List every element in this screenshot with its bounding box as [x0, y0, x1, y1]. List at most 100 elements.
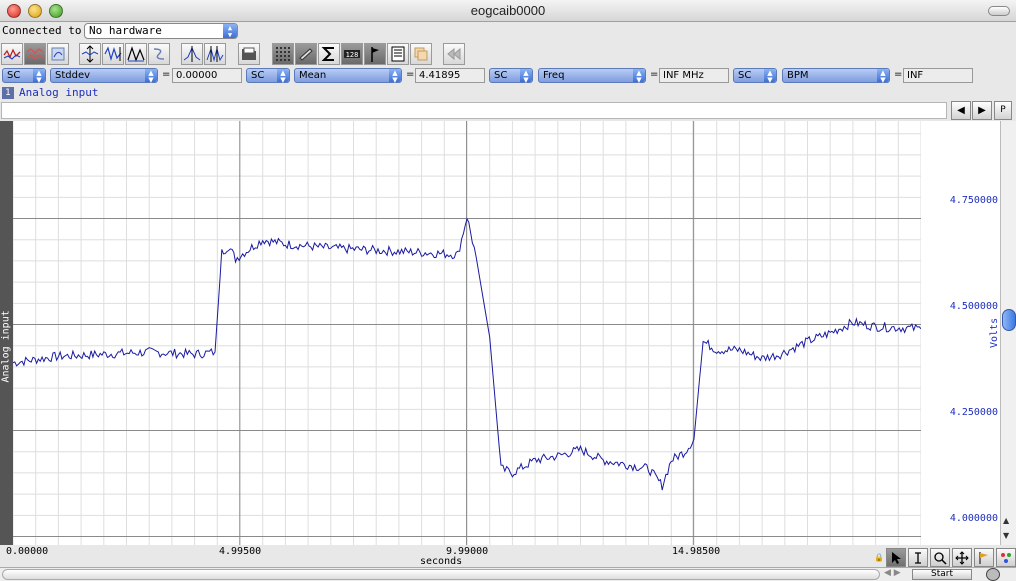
notebook-button[interactable] [387, 43, 409, 65]
measurement-2-value: 4.41895 [415, 68, 485, 83]
horizontal-scroll-track[interactable] [2, 569, 880, 580]
measurement-3-channel-select[interactable]: SC ▲ ▼ [489, 68, 533, 84]
previous-page-button[interactable]: ◀ [951, 101, 971, 120]
sigma-icon [321, 47, 334, 61]
statistics-button[interactable] [318, 43, 340, 65]
measurement-3-channel-value: SC [494, 70, 508, 81]
text-cursor-tool-button[interactable] [908, 548, 928, 567]
svg-text:128: 128 [346, 51, 359, 59]
zoom-vertical-button[interactable] [102, 43, 124, 65]
waveform-view-button[interactable] [1, 43, 23, 65]
flag-icon [371, 47, 379, 62]
chevron-updown-icon: ▲ ▼ [145, 69, 157, 84]
zoom-tool-button[interactable] [930, 548, 950, 567]
window-resize-icon[interactable] [986, 568, 1000, 581]
measurement-2-channel-select[interactable]: SC ▲ ▼ [246, 68, 290, 84]
rewind-icon [447, 47, 461, 61]
chevron-updown-icon: ▲ ▼ [520, 69, 532, 84]
notebook-icon [391, 46, 405, 62]
xy-view-button[interactable] [47, 43, 69, 65]
measurement-2-channel-value: SC [251, 70, 265, 81]
channel-side-label-strip: Analog input [0, 121, 13, 545]
scroll-left-right-icon[interactable]: ◀ ▶ [884, 568, 901, 578]
flag-button[interactable] [364, 43, 386, 65]
channel-number-badge[interactable]: 1 [2, 87, 14, 99]
peak-marker-icon [206, 46, 224, 62]
palette-tool-button[interactable] [996, 548, 1016, 567]
measurement-1-channel-value: SC [7, 70, 21, 81]
zoom-vertical-icon [104, 46, 122, 62]
chevron-updown-icon: ▲ ▼ [764, 69, 776, 84]
measurement-1-function-value: Stddev [55, 70, 91, 81]
pointer-tool-button[interactable] [886, 548, 906, 567]
flag-marker-tool-button[interactable] [974, 548, 994, 567]
measurement-4-function-select[interactable]: BPM ▲ ▼ [782, 68, 890, 84]
grid-button[interactable] [272, 43, 294, 65]
x-tick-label: 0.00000 [6, 546, 49, 557]
plot-area[interactable] [13, 121, 921, 545]
chevron-left-icon: ◀ [957, 105, 965, 116]
offset-button[interactable] [148, 43, 170, 65]
xy-view-icon [51, 47, 65, 61]
toolbar-toggle-button[interactable] [988, 6, 1010, 16]
page-label: P [1000, 105, 1006, 115]
offset-icon [153, 48, 165, 60]
title-bar: eogcaib0000 [0, 0, 1016, 22]
chevron-updown-icon: ▲ ▼ [877, 69, 889, 84]
numeric-display-icon: 128 [344, 50, 360, 59]
measurement-3-function-value: Freq [543, 70, 565, 81]
hardware-select[interactable]: No hardware ▲ ▼ [84, 23, 238, 39]
x-tick-label: 4.99500 [219, 546, 262, 557]
y-axis-unit: Volts [989, 317, 1000, 348]
draw-button[interactable] [295, 43, 317, 65]
channel-name[interactable]: Analog input [19, 86, 98, 99]
pencil-icon [299, 48, 313, 61]
peak-marker-button[interactable] [204, 43, 226, 65]
equals-sign: = [406, 69, 415, 80]
marker-button[interactable] [181, 43, 203, 65]
window-title: eogcaib0000 [470, 3, 546, 18]
x-axis-unit: seconds [420, 556, 463, 567]
measurement-4-channel-select[interactable]: SC ▲ ▼ [733, 68, 777, 84]
vertical-scroll-thumb[interactable] [1002, 309, 1016, 331]
magnifier-icon [934, 551, 947, 565]
connection-bar: Connected to: No hardware ▲ ▼ [0, 22, 1016, 40]
measurement-1-channel-select[interactable]: SC ▲ ▼ [2, 68, 46, 84]
start-button[interactable]: Start [912, 569, 972, 580]
open-file-button[interactable] [238, 43, 260, 65]
measurement-bar: SC ▲ ▼ Stddev ▲ ▼ = 0.00000 SC ▲ ▼ Mean ▲ ▼ = 4.… [0, 68, 1016, 84]
horizontal-scrollbar[interactable]: ◀ ▶ Start [0, 567, 1016, 581]
overlay-view-button[interactable] [24, 43, 46, 65]
comment-field[interactable] [1, 102, 947, 119]
next-page-button[interactable]: ▶ [972, 101, 992, 120]
copy-icon [414, 47, 428, 61]
main-toolbar: 128 [0, 42, 1016, 68]
measurement-3-value: INF MHz [659, 68, 729, 83]
measurement-2-function-select[interactable]: Mean ▲ ▼ [294, 68, 402, 84]
move-tool-button[interactable] [952, 548, 972, 567]
measurement-4-channel-value: SC [738, 70, 752, 81]
channel-header: 1 Analog input [0, 86, 1016, 100]
equals-sign: = [894, 69, 903, 80]
page-button[interactable]: P [994, 101, 1012, 120]
y-tick-label: 4.750000 [949, 195, 998, 206]
measurement-1-value: 0.00000 [172, 68, 242, 83]
numeric-display-button[interactable]: 128 [341, 43, 363, 65]
zoom-fit-icon [81, 45, 99, 63]
equals-sign: = [162, 69, 171, 80]
measurement-1-function-select[interactable]: Stddev ▲ ▼ [50, 68, 158, 84]
palette-icon [1001, 552, 1011, 563]
autoscale-icon [127, 46, 145, 62]
chevron-updown-icon: ▲ ▼ [33, 69, 45, 84]
text-cursor-icon [915, 551, 921, 564]
scroll-down-icon[interactable]: ▼ [1003, 531, 1009, 540]
autoscale-button[interactable] [125, 43, 147, 65]
measurement-3-function-select[interactable]: Freq ▲ ▼ [538, 68, 646, 84]
rewind-button[interactable] [443, 43, 465, 65]
waveform-view-icon [3, 48, 21, 60]
vertical-scrollbar[interactable]: ▲ ▼ [1000, 121, 1016, 545]
connection-label: Connected to: [2, 24, 89, 37]
scroll-up-icon[interactable]: ▲ [1003, 516, 1009, 525]
zoom-fit-button[interactable] [79, 43, 101, 65]
copy-button[interactable] [410, 43, 432, 65]
